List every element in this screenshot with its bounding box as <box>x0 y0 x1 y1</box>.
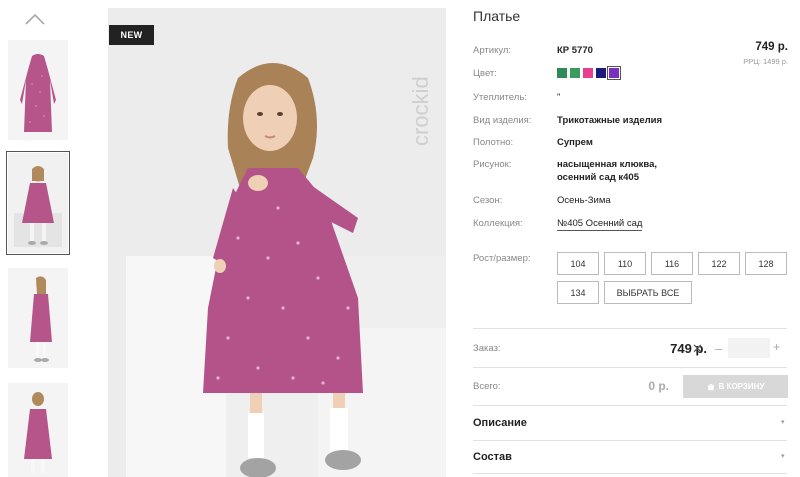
brand-logo: crockid <box>408 76 433 146</box>
product-price: 749 р. <box>755 41 788 53</box>
pattern-value-line1: насыщенная клюква, <box>557 159 658 170</box>
divider <box>473 405 787 406</box>
composition-accordion[interactable]: Состав <box>473 451 512 463</box>
total-label: Всего: <box>473 381 501 392</box>
divider <box>473 473 787 474</box>
thumbnail-1[interactable] <box>8 40 68 140</box>
color-label: Цвет: <box>473 68 497 79</box>
fabric-label: Полотно: <box>473 137 514 148</box>
color-swatch-2[interactable] <box>570 68 580 78</box>
type-label: Вид изделия: <box>473 115 532 126</box>
size-button-128[interactable]: 128 <box>745 252 787 275</box>
thumbnail-2[interactable] <box>6 151 70 255</box>
divider <box>473 328 787 329</box>
collection-label: Коллекция: <box>473 218 523 229</box>
article-value: КР 5770 <box>557 45 593 56</box>
new-badge: NEW <box>109 25 154 45</box>
total-price: 0 р. <box>648 379 669 393</box>
add-to-cart-button[interactable]: В КОРЗИНУ <box>683 375 788 398</box>
article-label: Артикул: <box>473 45 512 56</box>
chevron-up-icon[interactable] <box>24 12 46 26</box>
pattern-label: Рисунок: <box>473 159 512 170</box>
product-rrp: РРЦ: 1499 р. <box>743 57 788 66</box>
description-accordion[interactable]: Описание <box>473 417 527 429</box>
pattern-value-line2: осенний сад к405 <box>557 172 639 183</box>
type-value: Трикотажные изделия <box>557 115 663 126</box>
color-swatch-5-selected[interactable] <box>607 66 621 80</box>
size-label: Рост/размер: <box>473 253 531 264</box>
color-swatch-1[interactable] <box>557 68 567 78</box>
divider <box>473 367 787 368</box>
color-swatch-3[interactable] <box>583 68 593 78</box>
season-value: Осень-Зима <box>557 195 611 206</box>
quantity-increase-button[interactable]: + <box>773 340 780 354</box>
chevron-down-icon[interactable]: ▾ <box>781 418 785 426</box>
quantity-input[interactable] <box>728 338 770 358</box>
size-button-134[interactable]: 134 <box>557 281 599 304</box>
thumbnail-4[interactable] <box>8 383 68 477</box>
insulation-value: " <box>557 92 561 103</box>
select-all-sizes-button[interactable]: ВЫБРАТЬ ВСЕ <box>604 281 692 304</box>
product-title: Платье <box>473 8 521 24</box>
size-button-116[interactable]: 116 <box>651 252 693 275</box>
basket-icon <box>707 383 714 390</box>
thumbnail-3[interactable] <box>8 268 68 368</box>
collection-link[interactable]: №405 Осенний сад <box>557 218 643 231</box>
color-swatches <box>557 66 621 80</box>
order-label: Заказ: <box>473 343 501 354</box>
insulation-label: Утеплитель: <box>473 92 527 103</box>
season-label: Сезон: <box>473 195 503 206</box>
quantity-decrease-button[interactable]: – <box>715 341 722 356</box>
color-swatch-4[interactable] <box>596 68 606 78</box>
chevron-down-icon[interactable]: ▾ <box>781 452 785 460</box>
add-to-cart-label: В КОРЗИНУ <box>718 382 765 391</box>
multiply-icon: ✕ <box>692 341 703 356</box>
product-main-photo <box>108 8 446 477</box>
fabric-value: Супрем <box>557 137 593 148</box>
svg-text:crockid: crockid <box>408 76 433 146</box>
product-info-panel: Платье Артикул: КР 5770 749 р. РРЦ: 1499… <box>473 0 800 477</box>
size-button-122[interactable]: 122 <box>698 252 740 275</box>
divider <box>473 440 787 441</box>
size-button-104[interactable]: 104 <box>557 252 599 275</box>
size-button-110[interactable]: 110 <box>604 252 646 275</box>
thumbnail-strip <box>0 0 74 477</box>
